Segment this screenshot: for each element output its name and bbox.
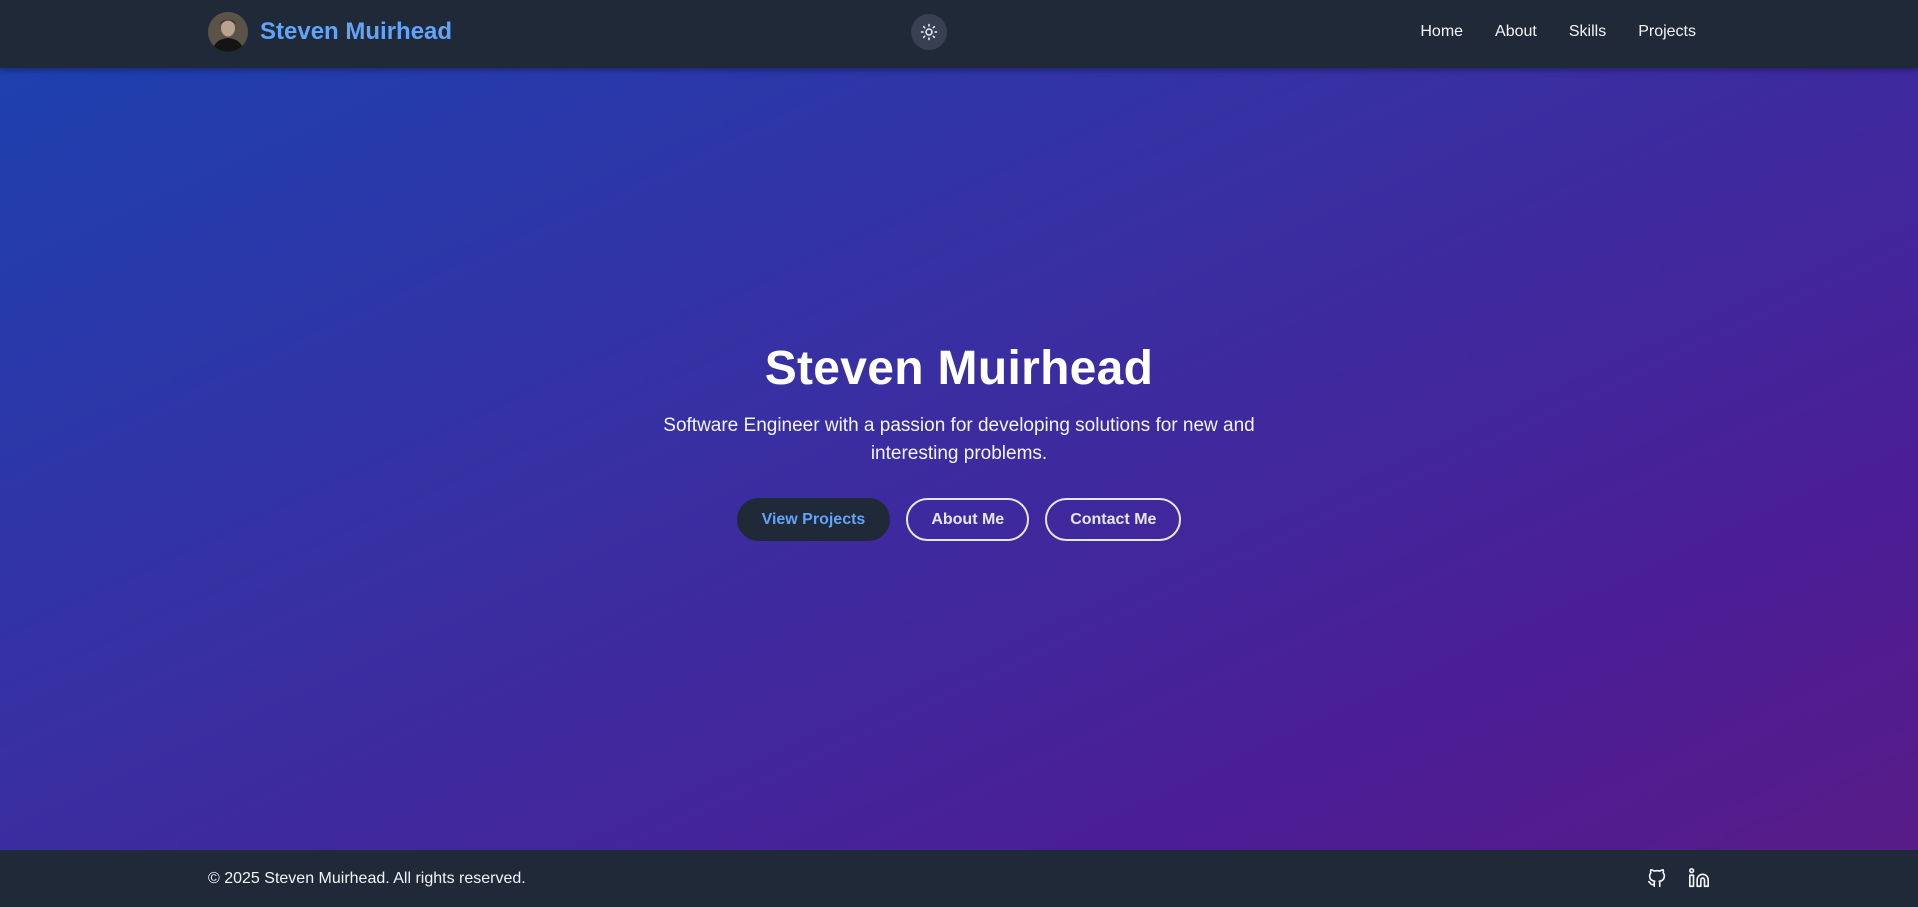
about-me-button[interactable]: About Me xyxy=(906,498,1030,541)
nav-about-link[interactable]: About xyxy=(1495,23,1537,41)
main-nav: Home About Skills Projects xyxy=(1420,0,1696,64)
github-link[interactable] xyxy=(1644,865,1670,891)
view-projects-button[interactable]: View Projects xyxy=(736,498,891,541)
page: Steven Muirhead Home About Skills Projec… xyxy=(0,0,1918,907)
linkedin-icon xyxy=(1689,868,1709,888)
hero-title: Steven Muirhead xyxy=(764,342,1154,395)
github-icon xyxy=(1647,868,1666,888)
sun-icon xyxy=(920,23,938,41)
contact-me-button[interactable]: Contact Me xyxy=(1045,498,1182,541)
hero-buttons: View Projects About Me Contact Me xyxy=(0,498,1918,541)
nav-projects-link[interactable]: Projects xyxy=(1638,23,1696,41)
copyright-text: © 2025 Steven Muirhead. All rights reser… xyxy=(208,869,526,887)
nav-skills-link[interactable]: Skills xyxy=(1569,23,1606,41)
brand-name: Steven Muirhead xyxy=(260,18,453,45)
hero-subtitle: Software Engineer with a passion for dev… xyxy=(663,415,1255,464)
avatar xyxy=(208,12,248,52)
site-header: Steven Muirhead Home About Skills Projec… xyxy=(0,0,1918,68)
site-footer: © 2025 Steven Muirhead. All rights reser… xyxy=(0,850,1918,907)
social-links xyxy=(1644,865,1712,891)
nav-home-link[interactable]: Home xyxy=(1420,23,1463,41)
linkedin-link[interactable] xyxy=(1686,865,1712,891)
theme-toggle-button[interactable] xyxy=(911,14,947,50)
hero-section: Steven Muirhead Software Engineer with a… xyxy=(0,68,1918,850)
brand[interactable]: Steven Muirhead xyxy=(208,12,452,52)
